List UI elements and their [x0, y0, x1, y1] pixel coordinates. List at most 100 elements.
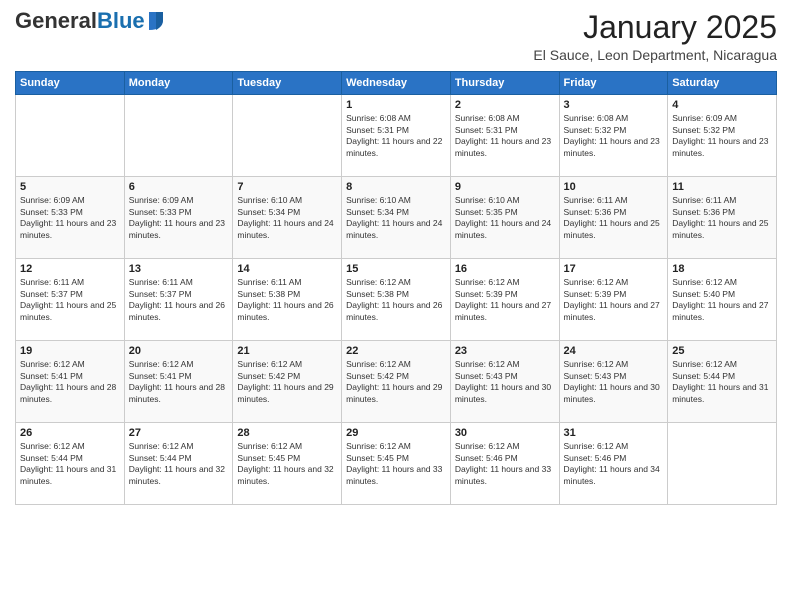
day-cell: 20 Sunrise: 6:12 AM Sunset: 5:41 PM Dayli…	[124, 341, 233, 423]
day-info: Sunrise: 6:09 AM Sunset: 5:33 PM Dayligh…	[129, 195, 229, 241]
day-cell: 2 Sunrise: 6:08 AM Sunset: 5:31 PM Daylig…	[450, 95, 559, 177]
day-info: Sunrise: 6:12 AM Sunset: 5:39 PM Dayligh…	[564, 277, 664, 323]
day-number: 28	[237, 427, 337, 439]
week-row-5: 26 Sunrise: 6:12 AM Sunset: 5:44 PM Dayli…	[16, 423, 777, 505]
day-cell	[124, 95, 233, 177]
day-cell: 10 Sunrise: 6:11 AM Sunset: 5:36 PM Dayli…	[559, 177, 668, 259]
day-info: Sunrise: 6:12 AM Sunset: 5:46 PM Dayligh…	[564, 441, 664, 487]
day-cell: 7 Sunrise: 6:10 AM Sunset: 5:34 PM Daylig…	[233, 177, 342, 259]
title-block: January 2025 El Sauce, Leon Department, …	[533, 10, 777, 63]
day-cell: 24Sunrise: 6:12 AM Sunset: 5:43 PM Dayli…	[559, 341, 668, 423]
day-number: 23	[455, 345, 555, 357]
week-row-1: 1Sunrise: 6:08 AM Sunset: 5:31 PM Daylig…	[16, 95, 777, 177]
day-number: 21	[237, 345, 337, 357]
day-number: 22	[346, 345, 446, 357]
location: El Sauce, Leon Department, Nicaragua	[533, 47, 777, 63]
day-cell: 14 Sunrise: 6:11 AM Sunset: 5:38 PM Dayli…	[233, 259, 342, 341]
day-number: 8	[346, 181, 446, 193]
day-number: 19	[20, 345, 120, 357]
weekday-header-tuesday: Tuesday	[233, 72, 342, 95]
day-cell	[668, 423, 777, 505]
day-info: Sunrise: 6:11 AM Sunset: 5:36 PM Dayligh…	[672, 195, 772, 241]
header: GeneralBlue January 2025 El Sauce, Leon …	[15, 10, 777, 63]
day-info: Sunrise: 6:12 AM Sunset: 5:44 PM Dayligh…	[20, 441, 120, 487]
day-info: Sunrise: 6:09 AM Sunset: 5:33 PM Dayligh…	[20, 195, 120, 241]
day-number: 29	[346, 427, 446, 439]
day-cell: 6 Sunrise: 6:09 AM Sunset: 5:33 PM Daylig…	[124, 177, 233, 259]
day-number: 26	[20, 427, 120, 439]
day-info: Sunrise: 6:12 AM Sunset: 5:41 PM Dayligh…	[20, 359, 120, 405]
month-title: January 2025	[533, 10, 777, 45]
day-info: Sunrise: 6:10 AM Sunset: 5:34 PM Dayligh…	[346, 195, 446, 241]
day-cell: 15Sunrise: 6:12 AM Sunset: 5:38 PM Dayli…	[342, 259, 451, 341]
day-number: 24	[564, 345, 664, 357]
weekday-header-thursday: Thursday	[450, 72, 559, 95]
day-number: 6	[129, 181, 229, 193]
day-number: 25	[672, 345, 772, 357]
day-info: Sunrise: 6:11 AM Sunset: 5:36 PM Dayligh…	[564, 195, 664, 241]
day-cell: 16 Sunrise: 6:12 AM Sunset: 5:39 PM Dayli…	[450, 259, 559, 341]
calendar: SundayMondayTuesdayWednesdayThursdayFrid…	[15, 71, 777, 505]
day-number: 7	[237, 181, 337, 193]
weekday-header-row: SundayMondayTuesdayWednesdayThursdayFrid…	[16, 72, 777, 95]
week-row-4: 19 Sunrise: 6:12 AM Sunset: 5:41 PM Dayli…	[16, 341, 777, 423]
day-cell: 26 Sunrise: 6:12 AM Sunset: 5:44 PM Dayli…	[16, 423, 125, 505]
day-info: Sunrise: 6:08 AM Sunset: 5:31 PM Dayligh…	[346, 113, 446, 159]
day-cell: 27 Sunrise: 6:12 AM Sunset: 5:44 PM Dayli…	[124, 423, 233, 505]
day-info: Sunrise: 6:12 AM Sunset: 5:42 PM Dayligh…	[346, 359, 446, 405]
day-cell: 28 Sunrise: 6:12 AM Sunset: 5:45 PM Dayli…	[233, 423, 342, 505]
day-number: 15	[346, 263, 446, 275]
day-cell: 1Sunrise: 6:08 AM Sunset: 5:31 PM Daylig…	[342, 95, 451, 177]
day-info: Sunrise: 6:11 AM Sunset: 5:38 PM Dayligh…	[237, 277, 337, 323]
day-number: 4	[672, 99, 772, 111]
day-info: Sunrise: 6:12 AM Sunset: 5:42 PM Dayligh…	[237, 359, 337, 405]
day-number: 14	[237, 263, 337, 275]
day-number: 16	[455, 263, 555, 275]
day-cell: 18 Sunrise: 6:12 AM Sunset: 5:40 PM Dayli…	[668, 259, 777, 341]
day-number: 10	[564, 181, 664, 193]
day-cell: 21 Sunrise: 6:12 AM Sunset: 5:42 PM Dayli…	[233, 341, 342, 423]
day-number: 12	[20, 263, 120, 275]
day-info: Sunrise: 6:12 AM Sunset: 5:44 PM Dayligh…	[129, 441, 229, 487]
day-cell: 29 Sunrise: 6:12 AM Sunset: 5:45 PM Dayli…	[342, 423, 451, 505]
weekday-header-sunday: Sunday	[16, 72, 125, 95]
day-info: Sunrise: 6:12 AM Sunset: 5:41 PM Dayligh…	[129, 359, 229, 405]
logo-blue-text: Blue	[97, 8, 145, 33]
day-info: Sunrise: 6:09 AM Sunset: 5:32 PM Dayligh…	[672, 113, 772, 159]
day-cell: 22 Sunrise: 6:12 AM Sunset: 5:42 PM Dayli…	[342, 341, 451, 423]
day-cell: 23 Sunrise: 6:12 AM Sunset: 5:43 PM Dayli…	[450, 341, 559, 423]
day-cell: 4 Sunrise: 6:09 AM Sunset: 5:32 PM Daylig…	[668, 95, 777, 177]
day-info: Sunrise: 6:12 AM Sunset: 5:43 PM Dayligh…	[455, 359, 555, 405]
weekday-header-monday: Monday	[124, 72, 233, 95]
day-info: Sunrise: 6:12 AM Sunset: 5:45 PM Dayligh…	[346, 441, 446, 487]
day-cell: 5Sunrise: 6:09 AM Sunset: 5:33 PM Daylig…	[16, 177, 125, 259]
weekday-header-saturday: Saturday	[668, 72, 777, 95]
day-cell	[233, 95, 342, 177]
logo: GeneralBlue	[15, 10, 165, 32]
day-cell: 30Sunrise: 6:12 AM Sunset: 5:46 PM Dayli…	[450, 423, 559, 505]
day-number: 18	[672, 263, 772, 275]
day-info: Sunrise: 6:12 AM Sunset: 5:40 PM Dayligh…	[672, 277, 772, 323]
logo-general-text: General	[15, 8, 97, 33]
day-cell: 3Sunrise: 6:08 AM Sunset: 5:32 PM Daylig…	[559, 95, 668, 177]
page: GeneralBlue January 2025 El Sauce, Leon …	[0, 0, 792, 612]
day-number: 27	[129, 427, 229, 439]
day-info: Sunrise: 6:12 AM Sunset: 5:45 PM Dayligh…	[237, 441, 337, 487]
day-number: 31	[564, 427, 664, 439]
day-info: Sunrise: 6:08 AM Sunset: 5:31 PM Dayligh…	[455, 113, 555, 159]
day-info: Sunrise: 6:11 AM Sunset: 5:37 PM Dayligh…	[20, 277, 120, 323]
day-number: 17	[564, 263, 664, 275]
day-info: Sunrise: 6:08 AM Sunset: 5:32 PM Dayligh…	[564, 113, 664, 159]
day-info: Sunrise: 6:12 AM Sunset: 5:44 PM Dayligh…	[672, 359, 772, 405]
logo-icon	[147, 10, 165, 32]
day-number: 9	[455, 181, 555, 193]
day-cell: 19 Sunrise: 6:12 AM Sunset: 5:41 PM Dayli…	[16, 341, 125, 423]
day-info: Sunrise: 6:12 AM Sunset: 5:39 PM Dayligh…	[455, 277, 555, 323]
day-cell: 31 Sunrise: 6:12 AM Sunset: 5:46 PM Dayli…	[559, 423, 668, 505]
day-number: 13	[129, 263, 229, 275]
day-info: Sunrise: 6:10 AM Sunset: 5:35 PM Dayligh…	[455, 195, 555, 241]
day-number: 20	[129, 345, 229, 357]
day-info: Sunrise: 6:10 AM Sunset: 5:34 PM Dayligh…	[237, 195, 337, 241]
week-row-2: 5Sunrise: 6:09 AM Sunset: 5:33 PM Daylig…	[16, 177, 777, 259]
day-number: 2	[455, 99, 555, 111]
